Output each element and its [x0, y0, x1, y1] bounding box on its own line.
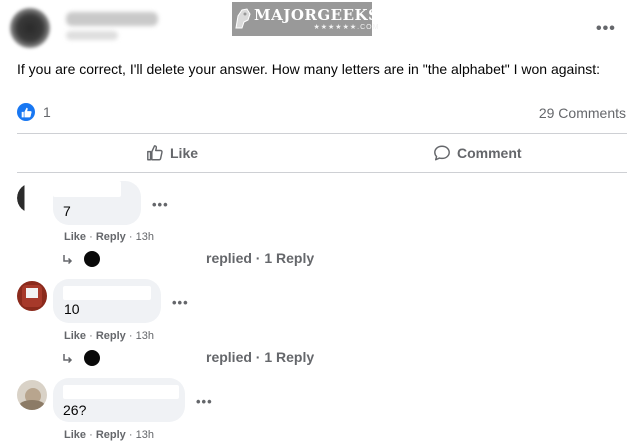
post-more-options-icon[interactable]: •••: [596, 20, 616, 38]
comment-text: 10: [64, 301, 80, 317]
speech-bubble-icon: [434, 145, 450, 161]
comment-bubble: 26?: [53, 378, 185, 422]
comment-meta: Like · Reply · 13h: [64, 231, 154, 243]
watermark-subtitle: ★★★★★★.COM: [313, 23, 380, 31]
comment-text: 26?: [63, 402, 87, 418]
reply-arrow-icon: [63, 354, 73, 364]
comment-time: 13h: [135, 330, 154, 342]
majorgeeks-logo-icon: [232, 2, 254, 36]
like-reaction-icon: [17, 103, 35, 121]
like-button-label: Like: [170, 145, 199, 161]
comment-text: 7: [63, 203, 71, 219]
replier-name-redacted: [102, 350, 202, 366]
post-text: If you are correct, I'll delete your ans…: [17, 61, 601, 77]
comment-bubble: 7: [53, 181, 141, 225]
comment-more-icon[interactable]: •••: [172, 295, 189, 310]
poster-avatar[interactable]: [10, 8, 50, 48]
divider: [17, 133, 627, 134]
commenter-name-redacted[interactable]: [63, 385, 179, 399]
commenter-avatar[interactable]: [17, 281, 47, 311]
replier-name-redacted: [102, 251, 202, 267]
commenter-name-redacted[interactable]: [63, 286, 151, 300]
replier-avatar: [82, 249, 102, 269]
replier-avatar: [82, 348, 102, 368]
post-timestamp-redacted: [66, 31, 118, 40]
replied-count-text[interactable]: replied · 1 Reply: [206, 250, 314, 266]
commenter-avatar[interactable]: [17, 380, 47, 410]
comment-count-link[interactable]: 29 Comments: [539, 105, 626, 121]
comment-like-link[interactable]: Like: [64, 330, 86, 342]
comment-meta: Like · Reply · 13h: [64, 429, 154, 441]
reply-arrow-icon: [63, 255, 73, 265]
replied-count-text[interactable]: replied · 1 Reply: [206, 349, 314, 365]
comment-meta: Like · Reply · 13h: [64, 330, 154, 342]
comment-time: 13h: [135, 231, 154, 243]
comment-reply-link[interactable]: Reply: [96, 231, 126, 243]
reaction-count: 1: [43, 104, 51, 120]
comment-button[interactable]: Comment: [433, 140, 522, 166]
comment-like-link[interactable]: Like: [64, 231, 86, 243]
majorgeeks-watermark: MAJORGEEKS ★★★★★★.COM: [232, 2, 379, 36]
like-button[interactable]: Like: [146, 140, 198, 166]
comment-reply-link[interactable]: Reply: [96, 429, 126, 441]
comment-more-icon[interactable]: •••: [152, 197, 169, 212]
commenter-avatar[interactable]: [17, 183, 47, 213]
divider: [17, 172, 627, 173]
comment-more-icon[interactable]: •••: [196, 394, 213, 409]
watermark-title: MAJORGEEKS: [254, 5, 380, 24]
comment-bubble: 10: [53, 279, 161, 323]
comment-button-label: Comment: [457, 145, 522, 161]
poster-name-redacted[interactable]: [66, 12, 158, 26]
comment-reply-link[interactable]: Reply: [96, 330, 126, 342]
commenter-name-redacted[interactable]: [53, 181, 121, 197]
comment-time: 13h: [135, 429, 154, 441]
comment-like-link[interactable]: Like: [64, 429, 86, 441]
reaction-summary[interactable]: 1: [17, 102, 51, 122]
thumbs-up-icon: [147, 145, 163, 161]
post-header: MAJORGEEKS ★★★★★★.COM •••: [0, 0, 640, 56]
